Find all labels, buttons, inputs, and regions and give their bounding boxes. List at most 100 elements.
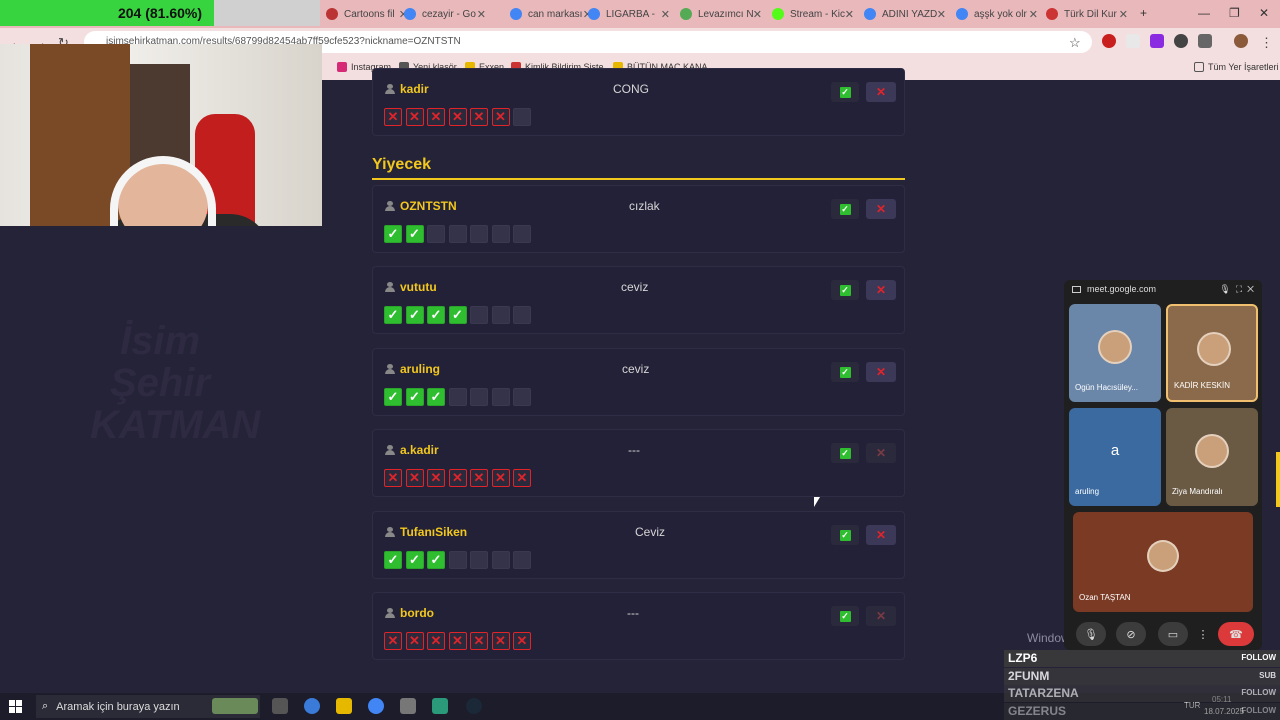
- player-name: vututu: [385, 280, 437, 294]
- file-explorer-icon[interactable]: [336, 698, 352, 714]
- browser-tab[interactable]: aşşk yok olr ✕: [950, 2, 1042, 26]
- participant-tile[interactable]: Ogün Hacısüley...: [1069, 304, 1161, 402]
- more-options-button[interactable]: ⋮: [1194, 622, 1212, 646]
- reject-button[interactable]: ✕: [866, 443, 896, 463]
- browser-tab[interactable]: LİGARBA - ✕: [582, 2, 674, 26]
- all-bookmarks[interactable]: Tüm Yer İşaretleri: [1194, 62, 1279, 72]
- tab-close-icon[interactable]: ✕: [937, 8, 946, 21]
- reject-button[interactable]: ✕: [866, 82, 896, 102]
- expand-icon[interactable]: ⛶: [1236, 284, 1242, 294]
- answer-card: OZNTSTN cızlak ✓ ✓ ✓ ✕: [372, 185, 905, 253]
- camera-off-button[interactable]: ⊘: [1116, 622, 1146, 646]
- player-name-text: aruling: [400, 362, 441, 376]
- reject-vote-icon: ✕: [405, 469, 424, 487]
- reject-button[interactable]: ✕: [866, 606, 896, 626]
- empty-vote-slot: [513, 306, 531, 324]
- reject-button[interactable]: ✕: [866, 199, 896, 219]
- search-highlight-icon[interactable]: [212, 698, 258, 714]
- tab-favicon-icon: [956, 8, 968, 20]
- checkmark-icon: ✓: [839, 366, 851, 378]
- task-view-icon[interactable]: [272, 698, 288, 714]
- progress-text: 204 (81.60%): [117, 5, 203, 21]
- leave-call-button[interactable]: ☎: [1218, 622, 1254, 646]
- present-button[interactable]: ▭: [1158, 622, 1188, 646]
- close-pip-icon[interactable]: ✕: [1247, 284, 1254, 294]
- windows-start-icon[interactable]: [9, 700, 22, 713]
- player-answer: ceviz: [622, 362, 650, 376]
- tab-close-icon[interactable]: ✕: [845, 8, 854, 21]
- participant-tile[interactable]: Ozan TAŞTAN: [1073, 512, 1253, 612]
- tab-title: cezayir - Go: [422, 8, 476, 20]
- extension-icon[interactable]: [1102, 34, 1116, 48]
- reject-vote-icon: ✕: [427, 632, 445, 650]
- empty-vote-slot: [470, 225, 488, 243]
- reject-button[interactable]: ✕: [866, 280, 896, 300]
- close-window-icon[interactable]: ✕: [1259, 6, 1269, 20]
- empty-vote-slot: [448, 225, 467, 243]
- extension-icon[interactable]: [1150, 34, 1164, 48]
- steam-icon[interactable]: [466, 698, 482, 714]
- user-icon: [385, 608, 395, 618]
- tab-close-icon[interactable]: ✕: [661, 8, 670, 21]
- reject-vote-icon: ✕: [448, 108, 467, 126]
- tab-favicon-icon: [510, 8, 522, 20]
- reject-vote-icon: ✕: [470, 632, 488, 650]
- extension-icon[interactable]: [1126, 34, 1140, 48]
- menu-icon[interactable]: ⋮: [1260, 35, 1273, 51]
- participant-tile[interactable]: KADİR KESKİN: [1166, 304, 1258, 402]
- tab-close-icon[interactable]: ✕: [477, 8, 486, 21]
- browser-tab[interactable]: cezayir - Go ✕: [398, 2, 490, 26]
- chrome-icon[interactable]: [368, 698, 384, 714]
- approve-button[interactable]: ✓: [831, 362, 859, 382]
- approve-button[interactable]: ✓: [831, 199, 859, 219]
- player-name: OZNTSTN: [385, 199, 457, 213]
- empty-vote-slot: [448, 551, 467, 569]
- empty-vote-slot: [491, 551, 510, 569]
- browser-tab[interactable]: ADINI YAZD ✕: [858, 2, 950, 26]
- browser-tab[interactable]: Türk Dil Kur ✕: [1040, 2, 1132, 26]
- back-to-tab-icon[interactable]: [1072, 285, 1081, 293]
- app-icon[interactable]: [432, 698, 448, 714]
- approve-button[interactable]: ✓: [831, 525, 859, 545]
- tab-close-icon[interactable]: ✕: [1119, 8, 1128, 21]
- approve-button[interactable]: ✓: [831, 606, 859, 626]
- player-name-text: vututu: [400, 280, 437, 294]
- participant-tile[interactable]: Ziya Mandıralı: [1166, 408, 1258, 506]
- participant-tile[interactable]: a aruling: [1069, 408, 1161, 506]
- approve-vote-icon: ✓: [384, 388, 402, 406]
- restore-icon[interactable]: ❐: [1229, 6, 1240, 20]
- mic-small-icon[interactable]: 🎙: [1219, 284, 1230, 294]
- player-answer: CONG: [613, 82, 649, 96]
- reject-vote-icon: ✕: [405, 108, 424, 126]
- player-name: TufanıSiken: [385, 525, 467, 539]
- new-tab-button[interactable]: +: [1140, 6, 1147, 20]
- checkmark-icon: ✓: [839, 203, 851, 215]
- minimize-icon[interactable]: —: [1198, 6, 1210, 20]
- tab-close-icon[interactable]: ✕: [753, 8, 762, 21]
- app-icon[interactable]: [400, 698, 416, 714]
- reject-button[interactable]: ✕: [866, 525, 896, 545]
- empty-vote-slot: [448, 388, 467, 406]
- approve-button[interactable]: ✓: [831, 443, 859, 463]
- stream-event-row: LZP6 FOLLOW: [1004, 650, 1280, 667]
- tab-favicon-icon: [404, 8, 416, 20]
- puzzle-icon[interactable]: [1198, 34, 1212, 48]
- empty-vote-slot: [470, 388, 488, 406]
- bookmark-star-icon[interactable]: ☆: [1069, 35, 1081, 51]
- tab-close-icon[interactable]: ✕: [1029, 8, 1038, 21]
- mic-button[interactable]: 🎙: [1076, 622, 1106, 646]
- reject-button[interactable]: ✕: [866, 362, 896, 382]
- player-name-text: kadir: [400, 82, 429, 96]
- bookmark-icon: [337, 62, 347, 72]
- copilot-icon[interactable]: [304, 698, 320, 714]
- approve-button[interactable]: ✓: [831, 280, 859, 300]
- reject-vote-icon: ✕: [491, 469, 510, 487]
- browser-tab[interactable]: Stream - Kic ✕: [766, 2, 858, 26]
- extension-icon[interactable]: [1174, 34, 1188, 48]
- participant-avatar: a: [1110, 442, 1120, 459]
- profile-avatar[interactable]: [1234, 34, 1248, 48]
- tab-favicon-icon: [680, 8, 692, 20]
- approve-vote-icon: ✓: [427, 551, 445, 569]
- approve-button[interactable]: ✓: [831, 82, 859, 102]
- browser-tab[interactable]: Levazımcı N ✕: [674, 2, 766, 26]
